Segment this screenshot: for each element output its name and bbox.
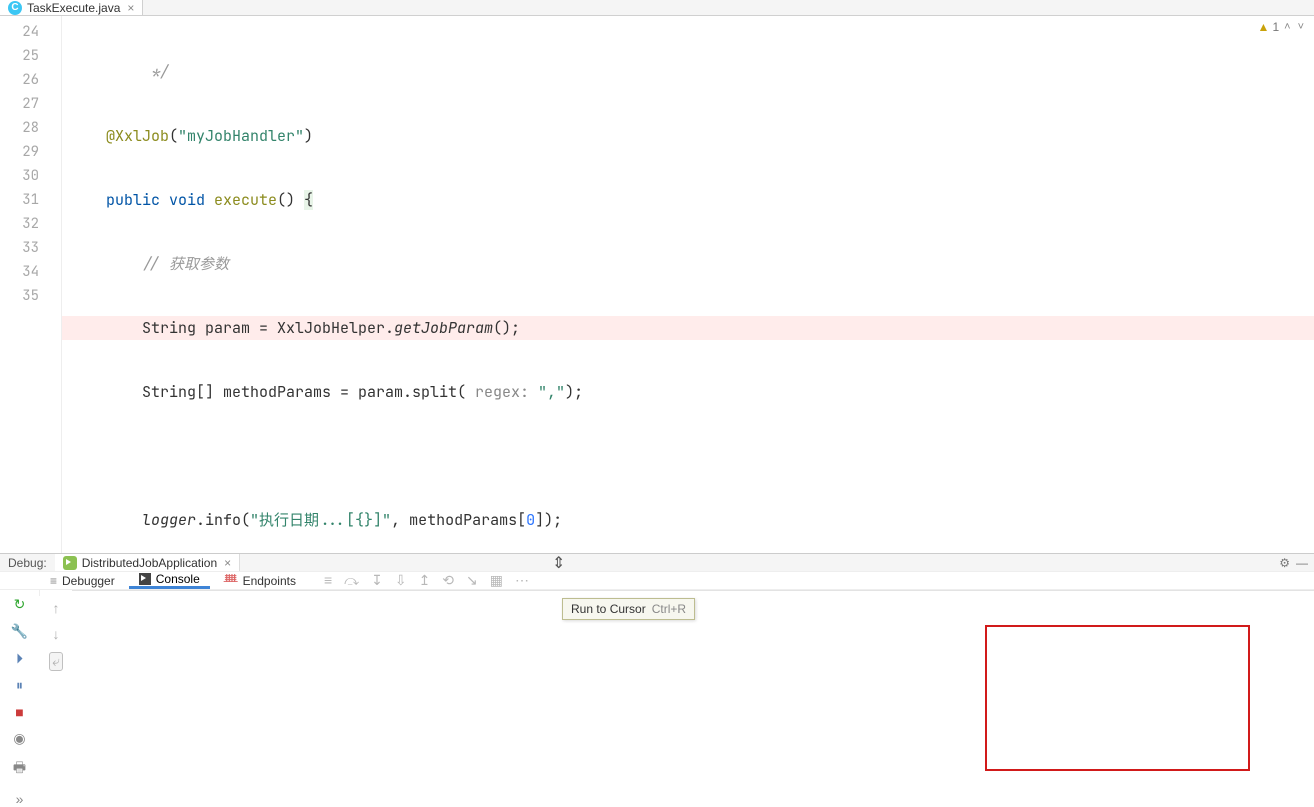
tooltip-run-to-cursor: Run to Cursor Ctrl+R (562, 598, 695, 620)
pause-icon[interactable]: ⏸ (16, 677, 23, 694)
tab-label: Endpoints (243, 574, 296, 588)
tooltip-shortcut: Ctrl+R (652, 602, 686, 616)
annotation-highlight-box (985, 625, 1250, 771)
inspection-summary[interactable]: ▲ 1 ˄ ˅ (1258, 20, 1306, 34)
code-text: ( (169, 126, 178, 146)
console-icon (139, 573, 151, 585)
more-icon[interactable]: ⋯ (515, 572, 529, 589)
evaluate-icon[interactable]: ▦ (490, 572, 503, 589)
modify-run-icon[interactable]: 🔧 (11, 623, 28, 640)
scroll-up-icon[interactable]: ↑ (53, 600, 60, 616)
warning-count: 1 (1272, 20, 1279, 34)
code-text: public void (106, 190, 214, 210)
class-icon: C (8, 1, 22, 15)
resume-icon[interactable]: ⏵ (16, 650, 23, 667)
chevron-down-icon[interactable]: ˅ (1296, 21, 1306, 33)
code-text: ]); (535, 510, 562, 530)
run-to-cursor-icon[interactable]: ↘ (466, 572, 478, 589)
code-text: ); (565, 382, 583, 402)
step-out-icon[interactable]: ↥ (419, 572, 431, 589)
code-text: .info( (196, 510, 250, 530)
gutter-line[interactable]: 25 (0, 44, 61, 68)
code-text: (); (493, 318, 520, 338)
code-editor[interactable]: ▲ 1 ˄ ˅ 24 25 26 27 28 29 30 31 32 33 34… (0, 16, 1314, 553)
step-over-icon[interactable]: ⤼ (344, 572, 359, 589)
code-text: @XxlJob (106, 126, 169, 146)
code-text: "执行日期...[{}]" (250, 510, 391, 530)
stop-icon[interactable]: ■ (15, 704, 23, 720)
code-text: "," (538, 382, 565, 402)
console-nav: ↑ ↓ ⤶ (40, 590, 72, 600)
code-text: getJobParam (394, 318, 493, 338)
debug-toolwindow-bar: Debug: DistributedJobApplication × ⚙ — ⇕ (0, 553, 1314, 571)
warning-icon: ▲ (1258, 20, 1270, 34)
step-toolbar: ≡ ⤼ ↧ ⇩ ↥ ⟲ ↘ ▦ ⋯ (324, 572, 529, 589)
gutter-line[interactable]: 26 (0, 68, 61, 92)
code-text: execute (214, 190, 277, 210)
scroll-down-icon[interactable]: ↓ (53, 626, 60, 642)
editor-tabbar: C TaskExecute.java × (0, 0, 1314, 16)
inlay-hint: regex: (466, 382, 538, 402)
code-text: "myJobHandler" (178, 126, 304, 146)
file-tab-taskexecute[interactable]: C TaskExecute.java × (0, 0, 143, 15)
tab-endpoints[interactable]: ᚙ Endpoints (214, 572, 306, 589)
code-text: { (304, 190, 313, 210)
endpoints-icon: ᚙ (224, 574, 238, 588)
show-exec-icon[interactable]: ≡ (324, 572, 332, 589)
code-content[interactable]: */ @XxlJob("myJobHandler") public void e… (62, 16, 1314, 553)
chevron-up-icon[interactable]: ˄ (1282, 21, 1292, 33)
code-text: String param = XxlJobHelper. (142, 318, 394, 338)
tab-label: Debugger (62, 574, 115, 588)
gutter-line[interactable]: 27 (0, 92, 61, 116)
code-text: ) (304, 126, 313, 146)
gutter-line[interactable]: 31 (0, 188, 61, 212)
gutter-line[interactable]: 30 (0, 164, 61, 188)
gutter-line[interactable]: 28 (0, 116, 61, 140)
drop-frame-icon[interactable]: ⟲ (442, 572, 454, 589)
gutter-line[interactable]: 33 (0, 236, 61, 260)
debug-side-tools: ↻ 🔧 ⏵ ⏸ ■ ◉ 🖶 » (0, 590, 40, 596)
gear-icon[interactable]: ⚙ (1279, 556, 1290, 570)
run-config-icon (63, 556, 77, 570)
breakpoints-icon[interactable]: ◉ (13, 730, 25, 747)
tab-label: Console (156, 572, 200, 586)
gutter-line[interactable]: 29 (0, 140, 61, 164)
debugger-icon: ≡ (50, 574, 57, 588)
step-into-icon[interactable]: ↧ (371, 572, 383, 589)
gutter-line[interactable]: 35 (0, 284, 61, 308)
tab-console[interactable]: Console (129, 572, 210, 589)
code-text: */ (151, 62, 169, 82)
force-step-into-icon[interactable]: ⇩ (395, 572, 407, 589)
line-gutter[interactable]: 24 25 26 27 28 29 30 31 32 33 34 35 (0, 16, 62, 553)
code-text: 0 (526, 510, 535, 530)
tooltip-text: Run to Cursor (571, 602, 646, 616)
panel-toolbar: ≡ Debugger Console ᚙ Endpoints ≡ ⤼ ↧ ⇩ ↥… (0, 571, 1314, 590)
file-tab-label: TaskExecute.java (27, 1, 120, 15)
layout-icon[interactable]: 🖶 (13, 757, 26, 781)
rerun-icon[interactable]: ↻ (14, 596, 26, 613)
soft-wrap-icon[interactable]: ⤶ (49, 652, 63, 671)
code-text: logger (142, 510, 196, 530)
gutter-line[interactable]: 32 (0, 212, 61, 236)
code-text: , methodParams[ (391, 510, 526, 530)
tab-debugger[interactable]: ≡ Debugger (40, 572, 125, 589)
close-icon[interactable]: × (224, 556, 231, 570)
more-side-icon[interactable]: » (16, 791, 24, 807)
debug-label: Debug: (0, 556, 55, 570)
code-text: String[] methodParams = param.split( (142, 382, 466, 402)
code-text: () (277, 190, 304, 210)
gutter-line[interactable]: 34 (0, 260, 61, 284)
horizontal-scrollbar[interactable] (72, 590, 1314, 591)
run-config-name: DistributedJobApplication (82, 556, 217, 570)
close-icon[interactable]: × (127, 1, 134, 15)
run-config-tab[interactable]: DistributedJobApplication × (55, 554, 240, 571)
minimize-icon[interactable]: — (1296, 556, 1308, 570)
gutter-line[interactable]: 24 (0, 20, 61, 44)
code-text: // 获取参数 (142, 254, 229, 274)
